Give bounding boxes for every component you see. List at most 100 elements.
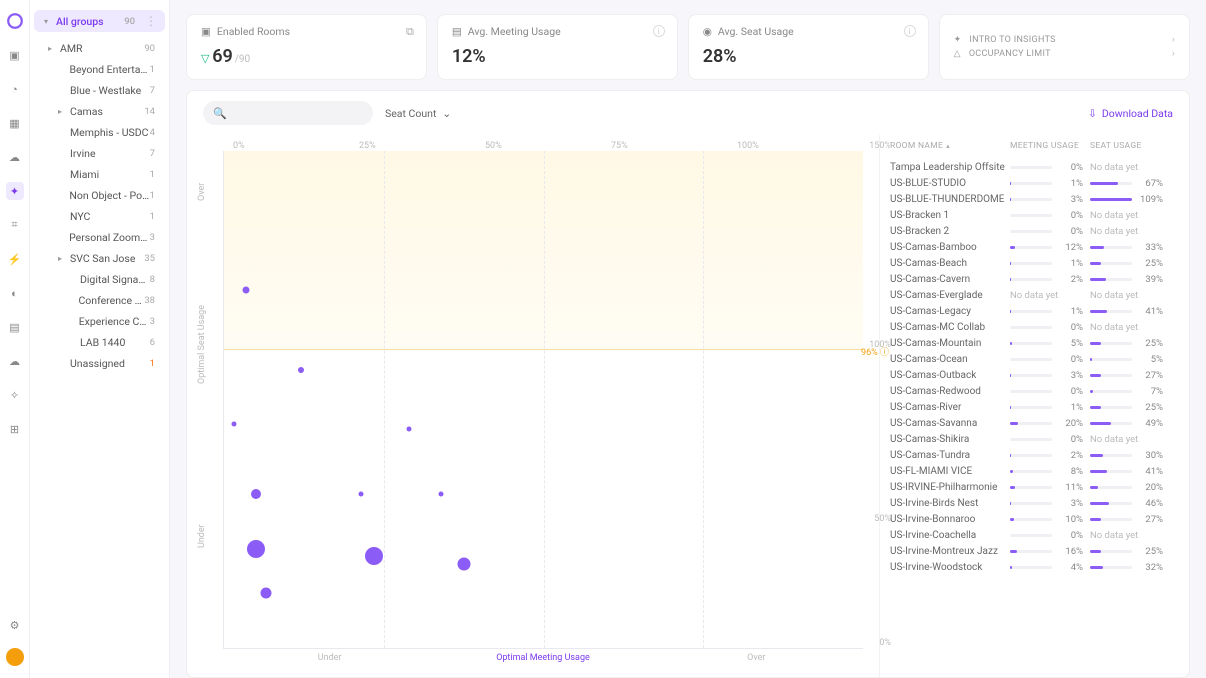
- link-occupancy-limit[interactable]: △ OCCUPANCY LIMIT ›: [954, 49, 1175, 59]
- nav-reports-icon[interactable]: ▦: [6, 114, 24, 132]
- table-row[interactable]: US-Irvine-Woodstock4%32%: [890, 559, 1185, 575]
- logo-icon[interactable]: [6, 12, 24, 30]
- sidebar-item[interactable]: Memphis - USDC4: [30, 122, 169, 143]
- sort-asc-icon: ▴: [946, 142, 950, 150]
- table-row[interactable]: US-Irvine-Birds Nest3%46%: [890, 495, 1185, 511]
- y-label-over: Over: [197, 182, 207, 200]
- seat-icon: ◉: [703, 25, 712, 38]
- table-row[interactable]: US-Camas-EvergladeNo data yetNo data yet: [890, 287, 1185, 303]
- table-row[interactable]: US-Camas-Beach1%25%: [890, 255, 1185, 271]
- search-icon: 🔍: [213, 107, 227, 120]
- sidebar-item[interactable]: Beyond Entertain…1: [30, 59, 169, 80]
- table-row[interactable]: US-Camas-Cavern2%39%: [890, 271, 1185, 287]
- x-label-optimal: Optimal Meeting Usage: [436, 653, 649, 663]
- nav-plug-icon[interactable]: ⚡: [6, 250, 24, 268]
- col-room-name[interactable]: ROOM NAME▴: [890, 141, 1010, 151]
- chart-bubble[interactable]: [407, 427, 412, 432]
- table-row[interactable]: US-Camas-Savanna20%49%: [890, 415, 1185, 431]
- card-insights-links: ✦ INTRO TO INSIGHTS › △ OCCUPANCY LIMIT …: [939, 14, 1190, 80]
- nav-alerts-icon[interactable]: ◔: [6, 80, 24, 98]
- table-row[interactable]: US-Camas-Legacy1%41%: [890, 303, 1185, 319]
- table-row[interactable]: US-Camas-River1%25%: [890, 399, 1185, 415]
- chart-bubble[interactable]: [457, 557, 470, 570]
- info-icon[interactable]: i: [904, 25, 916, 37]
- sidebar-item[interactable]: Unassigned1: [30, 353, 169, 374]
- chart-bubble[interactable]: [359, 491, 364, 496]
- chevron-right-icon: ›: [1172, 35, 1175, 45]
- sidebar-item[interactable]: ▸SVC San Jose35: [30, 248, 169, 269]
- table-row[interactable]: US-Camas-Ocean0%5%: [890, 351, 1185, 367]
- table-row[interactable]: US-Irvine-Bonnaroo10%27%: [890, 511, 1185, 527]
- chart-bubble[interactable]: [260, 588, 271, 599]
- sidebar-item[interactable]: LAB 14406: [30, 332, 169, 353]
- more-icon[interactable]: ⋮: [145, 14, 157, 28]
- card-enabled-rooms: ▣Enabled Rooms ▽ 69/90 ⧉: [186, 14, 427, 80]
- table-row[interactable]: US-Irvine-Montreux Jazz16%25%: [890, 543, 1185, 559]
- link-intro-insights[interactable]: ✦ INTRO TO INSIGHTS ›: [954, 35, 1175, 45]
- table-row[interactable]: US-Camas-Mountain5%25%: [890, 335, 1185, 351]
- nav-weather-icon[interactable]: ☁: [6, 352, 24, 370]
- sidebar-item[interactable]: Irvine7: [30, 143, 169, 164]
- sidebar-item[interactable]: ▸AMR90: [30, 38, 169, 59]
- card-meeting-usage: ▤Avg. Meeting Usage 12% i: [437, 14, 678, 80]
- external-link-icon[interactable]: ⧉: [406, 25, 414, 39]
- sidebar-item[interactable]: Blue - Westlake7: [30, 80, 169, 101]
- chart-bubble[interactable]: [298, 367, 304, 373]
- sidebar-item[interactable]: Conference Roo…38: [30, 290, 169, 311]
- avatar[interactable]: [6, 648, 24, 666]
- nav-grid-icon[interactable]: ▤: [6, 318, 24, 336]
- chart-bubble[interactable]: [243, 287, 250, 294]
- gear-icon[interactable]: ⚙: [6, 616, 24, 634]
- col-seat-usage[interactable]: SEAT USAGE: [1090, 141, 1185, 151]
- chart-bubble[interactable]: [365, 547, 383, 565]
- chart-bubble[interactable]: [231, 422, 236, 427]
- usage-scatter-chart: 0%25%50%75%100% 96% ⓘ Over Optimal Seat …: [187, 135, 879, 677]
- table-row[interactable]: US-Camas-Shikira0%No data yet: [890, 431, 1185, 447]
- table-row[interactable]: US-BLUE-THUNDERDOME3%109%: [890, 191, 1185, 207]
- nav-idea-icon[interactable]: ✧: [6, 386, 24, 404]
- nav-settings2-icon[interactable]: ⊞: [6, 420, 24, 438]
- chevron-icon: ▸: [58, 107, 66, 116]
- table-row[interactable]: US-FL-MIAMI VICE8%41%: [890, 463, 1185, 479]
- sidebar-item[interactable]: Digital Signage8: [30, 269, 169, 290]
- nav-cloud-icon[interactable]: ☁: [6, 148, 24, 166]
- sidebar-item[interactable]: ▸Camas14: [30, 101, 169, 122]
- sidebar-item[interactable]: Experience Center3: [30, 311, 169, 332]
- sidebar-item[interactable]: Personal ZoomRo…3: [30, 227, 169, 248]
- table-header: ROOM NAME▴ MEETING USAGE SEAT USAGE: [890, 135, 1185, 159]
- main: ▣Enabled Rooms ▽ 69/90 ⧉ ▤Avg. Meeting U…: [170, 0, 1206, 678]
- card-seat-usage: ◉Avg. Seat Usage 28% i: [688, 14, 929, 80]
- search-input[interactable]: 🔍: [203, 101, 373, 125]
- col-meeting-usage[interactable]: MEETING USAGE: [1010, 141, 1090, 151]
- download-icon: ⇩: [1088, 107, 1097, 120]
- table-row[interactable]: US-Camas-MC Collab0%No data yet: [890, 319, 1185, 335]
- sidebar-item[interactable]: Non Object - Port…1: [30, 185, 169, 206]
- table-row[interactable]: US-Irvine-Coachella0%No data yet: [890, 527, 1185, 543]
- table-row[interactable]: US-Camas-Outback3%27%: [890, 367, 1185, 383]
- chart-bubble[interactable]: [251, 489, 261, 499]
- chevron-icon: ▸: [58, 254, 66, 263]
- chart-bubble[interactable]: [439, 491, 444, 496]
- nav-insights-icon[interactable]: ✦: [6, 182, 24, 200]
- x-label-under: Under: [223, 653, 436, 663]
- chart-bubble[interactable]: [247, 540, 265, 558]
- table-row[interactable]: US-Camas-Tundra2%30%: [890, 447, 1185, 463]
- nav-dashboard-icon[interactable]: ▣: [6, 46, 24, 64]
- sidebar-item[interactable]: NYC1: [30, 206, 169, 227]
- table-row[interactable]: US-Camas-Bamboo12%33%: [890, 239, 1185, 255]
- table-row[interactable]: US-Camas-Redwood0%7%: [890, 383, 1185, 399]
- table-row[interactable]: US-Bracken 10%No data yet: [890, 207, 1185, 223]
- table-row[interactable]: US-BLUE-STUDIO1%67%: [890, 175, 1185, 191]
- table-row[interactable]: Tampa Leadership Offsite0%No data yet: [890, 159, 1185, 175]
- table-row[interactable]: US-Bracken 20%No data yet: [890, 223, 1185, 239]
- sidebar-item[interactable]: Miami1: [30, 164, 169, 185]
- nav-hierarchy-icon[interactable]: ⌗: [6, 216, 24, 234]
- sort-dropdown[interactable]: Seat Count ⌄: [385, 107, 451, 120]
- nav-dash2-icon[interactable]: ◐: [6, 284, 24, 302]
- download-data-button[interactable]: ⇩ Download Data: [1088, 107, 1173, 120]
- info-icon[interactable]: i: [653, 25, 665, 37]
- room-table[interactable]: ROOM NAME▴ MEETING USAGE SEAT USAGE Tamp…: [879, 135, 1189, 677]
- table-row[interactable]: US-IRVINE-Philharmonie11%20%: [890, 479, 1185, 495]
- sidebar-all-groups[interactable]: ▾ All groups 90 ⋮: [34, 10, 165, 32]
- y-label-mid: Optimal Seat Usage: [197, 305, 207, 384]
